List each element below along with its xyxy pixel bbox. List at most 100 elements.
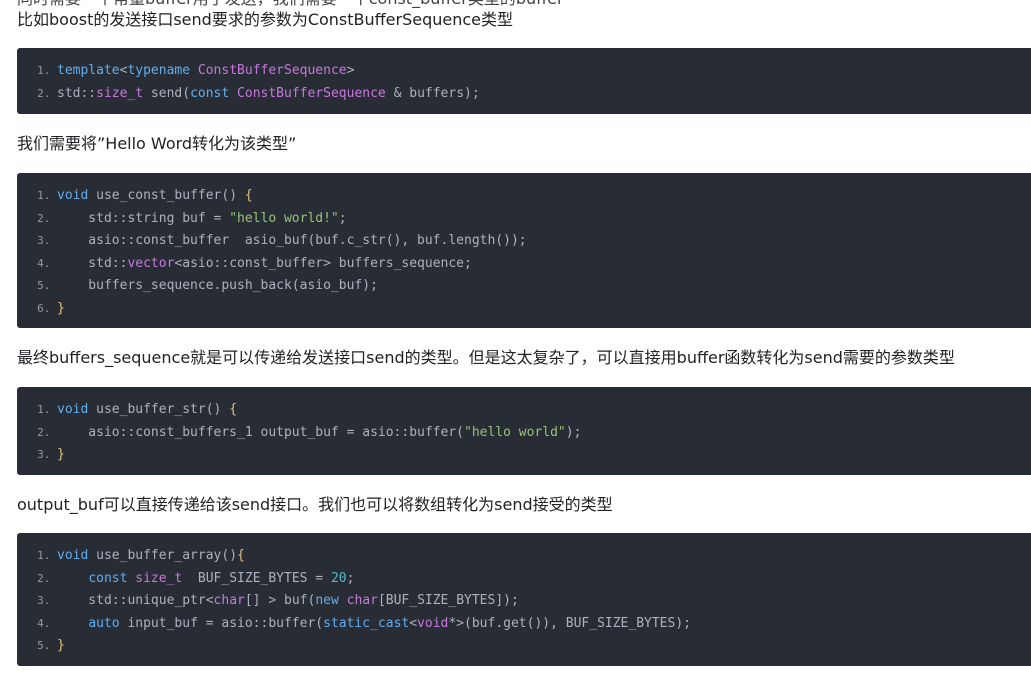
code-text: asio::const_buffers_1 output_buf = asio:… [57, 422, 581, 445]
line-number: 4. [37, 616, 57, 630]
code-token: typename [127, 63, 191, 78]
code-token: std:: [57, 85, 97, 101]
code-token: const [88, 570, 128, 586]
line-number: 6. [37, 301, 57, 315]
code-token: & buffers); [385, 85, 480, 101]
line-number: 2. [37, 571, 57, 585]
code-token: use_buffer_array() [88, 548, 238, 563]
code-token: std::unique_ptr< [57, 593, 214, 608]
code-token: use_const_buffer() [88, 188, 245, 203]
code-token: BUF_SIZE_BYTES = [182, 570, 331, 586]
code-line: 4. std::vector<asio::const_buffer> buffe… [17, 253, 1031, 276]
code-text: const size_t BUF_SIZE_BYTES = 20; [57, 568, 354, 591]
code-line: 2. const size_t BUF_SIZE_BYTES = 20; [17, 568, 1031, 591]
line-number: 2. [37, 211, 57, 225]
paragraph-4: output_buf可以直接传递给该send接口。我们也可以将数组转化为send… [17, 495, 613, 514]
code-line: 2. asio::const_buffers_1 output_buf = as… [17, 422, 1031, 445]
code-token: ); [565, 424, 582, 440]
code-token: asio::const_buffer asio_buf(buf.c_str(),… [57, 233, 527, 248]
code-token: { [244, 188, 253, 203]
line-number: 2. [37, 425, 57, 439]
code-line: 3. asio::const_buffer asio_buf(buf.c_str… [17, 230, 1031, 253]
code-token: } [57, 447, 65, 462]
code-text: std::unique_ptr<char[] > buf(new char[BU… [57, 590, 519, 613]
line-number: 4. [37, 256, 57, 270]
line-number: 1. [37, 403, 57, 416]
line-number: 5. [37, 639, 57, 652]
code-text: } [57, 635, 65, 658]
code-text: } [57, 298, 65, 321]
code-line: 1. void use_const_buffer() { [17, 185, 1031, 208]
code-token: std:: [57, 255, 128, 271]
code-token: ; [346, 570, 355, 586]
code-token: template [57, 63, 120, 78]
code-block-3: 1. void use_buffer_str() {2. asio::const… [17, 387, 1031, 475]
line-number: 3. [37, 594, 57, 607]
code-text: } [57, 444, 65, 467]
code-token: auto [88, 615, 120, 631]
code-token: buffers_sequence.push_back(asio_buf); [57, 278, 378, 293]
code-token: "hello world!" [229, 210, 339, 226]
code-line: 3. std::unique_ptr<char[] > buf(new char… [17, 590, 1031, 613]
code-token: vector [127, 255, 175, 271]
code-block-4: 1. void use_buffer_array(){2. const size… [17, 533, 1031, 666]
paragraph-3: 最终buffers_sequence就是可以传递给发送接口send的类型。但是这… [17, 348, 955, 367]
code-text: buffers_sequence.push_back(asio_buf); [57, 275, 378, 298]
code-token: static_cast [323, 615, 410, 631]
code-block-2: 1. void use_const_buffer() {2. std::stri… [17, 173, 1031, 328]
code-token: void [417, 615, 449, 631]
code-line: 1. void use_buffer_array(){ [17, 545, 1031, 568]
code-token: size_t [96, 85, 144, 101]
code-token: } [57, 300, 65, 316]
line-number: 3. [37, 234, 57, 247]
code-token: ConstBufferSequence [197, 63, 347, 78]
code-text: std::vector<asio::const_buffer> buffers_… [57, 253, 472, 276]
code-token: input_buf = asio::buffer( [119, 615, 324, 631]
line-number: 1. [37, 189, 57, 202]
code-block-1: 1. template<typename ConstBufferSequence… [17, 48, 1031, 114]
code-token: const [190, 85, 230, 101]
code-token: [BUF_SIZE_BYTES]); [377, 593, 519, 608]
code-token: > [346, 63, 355, 78]
code-token: void [57, 548, 89, 563]
code-token: 20 [330, 570, 347, 586]
code-token: void [57, 402, 89, 417]
paragraph-2: 我们需要将”Hello Word转化为该类型” [17, 134, 297, 153]
code-line: 5. buffers_sequence.push_back(asio_buf); [17, 275, 1031, 298]
code-token: ConstBufferSequence [237, 85, 386, 101]
code-token: char [346, 593, 378, 608]
code-text: std::size_t send(const ConstBufferSequen… [57, 83, 480, 106]
code-token: <asio::const_buffer> buffers_sequence; [174, 255, 472, 271]
code-text: void use_buffer_str() { [57, 399, 237, 422]
code-text: void use_buffer_array(){ [57, 545, 245, 568]
code-token: use_buffer_str() [88, 402, 230, 417]
code-token: void [57, 188, 89, 203]
code-line: 2. std::size_t send(const ConstBufferSeq… [17, 83, 1031, 106]
code-token: send( [143, 85, 191, 101]
line-number: 1. [37, 64, 57, 77]
code-line: 1. template<typename ConstBufferSequence… [17, 60, 1031, 83]
code-token: char [213, 593, 245, 608]
code-token: std::string buf = [57, 210, 230, 226]
code-line: 2. std::string buf = "hello world!"; [17, 208, 1031, 231]
code-text: std::string buf = "hello world!"; [57, 208, 347, 231]
code-token: { [237, 548, 245, 563]
code-token: [] > buf( [244, 593, 316, 608]
code-token: ; [338, 210, 347, 226]
code-token: new [315, 593, 339, 608]
code-line: 4. auto input_buf = asio::buffer(static_… [17, 613, 1031, 636]
code-text: template<typename ConstBufferSequence> [57, 60, 354, 83]
paragraph-1: 比如boost的发送接口send要求的参数为ConstBufferSequenc… [17, 10, 514, 29]
line-number: 5. [37, 279, 57, 292]
code-line: 6. } [17, 298, 1031, 321]
code-line: 5. } [17, 635, 1031, 658]
code-token: size_t [135, 570, 183, 586]
code-token: { [229, 402, 238, 417]
code-token: "hello world" [464, 424, 566, 440]
code-line: 1. void use_buffer_str() { [17, 399, 1031, 422]
